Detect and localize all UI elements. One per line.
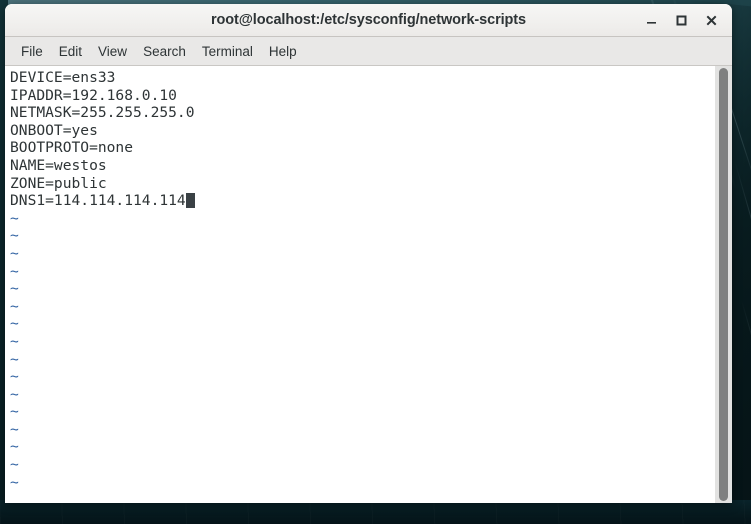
editor-empty-line-marker: ~ <box>10 297 19 315</box>
status-mode: -- INSERT -- <box>10 501 115 503</box>
menu-item-terminal[interactable]: Terminal <box>194 41 261 62</box>
maximize-button[interactable] <box>666 7 696 33</box>
menu-item-file[interactable]: File <box>13 41 51 62</box>
editor-empty-line-marker: ~ <box>10 262 19 280</box>
editor-empty-line-marker: ~ <box>10 332 19 350</box>
wallpaper-bottom-band <box>0 500 751 524</box>
scrollbar-thumb[interactable] <box>719 68 728 501</box>
editor-statusline: -- INSERT -- 8,21 All <box>5 482 715 503</box>
editor-line: IPADDR=192.168.0.10 <box>10 86 177 104</box>
terminal-window: root@localhost:/etc/sysconfig/network-sc… <box>5 4 732 503</box>
editor-empty-line-marker: ~ <box>10 315 19 333</box>
editor-line: DNS1=114.114.114.114 <box>10 192 715 210</box>
editor-empty-line-marker: ~ <box>10 385 19 403</box>
editor-line: NETMASK=255.255.255.0 <box>10 104 195 122</box>
window-titlebar[interactable]: root@localhost:/etc/sysconfig/network-sc… <box>5 4 732 37</box>
window-title: root@localhost:/etc/sysconfig/network-sc… <box>210 12 526 28</box>
menubar: File Edit View Search Terminal Help <box>5 37 732 66</box>
minimize-button[interactable] <box>636 7 666 33</box>
editor-empty-line-marker: ~ <box>10 280 19 298</box>
window-controls <box>636 4 726 36</box>
menu-item-search[interactable]: Search <box>135 41 194 62</box>
editor-line: BOOTPROTO=none <box>10 139 134 157</box>
editor-empty-line-marker: ~ <box>10 350 19 368</box>
menu-item-help[interactable]: Help <box>261 41 305 62</box>
menu-item-view[interactable]: View <box>90 41 135 62</box>
editor-empty-line-marker: ~ <box>10 244 19 262</box>
editor-empty-line-marker: ~ <box>10 456 19 474</box>
editor-line: DEVICE=ens33 <box>10 69 116 86</box>
editor-buffer[interactable]: DEVICE=ens33 IPADDR=192.168.0.10 NETMASK=2… <box>5 66 715 503</box>
editor-empty-line-marker: ~ <box>10 403 19 421</box>
close-button[interactable] <box>696 7 726 33</box>
terminal-area[interactable]: DEVICE=ens33 IPADDR=192.168.0.10 NETMASK=2… <box>5 66 732 503</box>
editor-empty-line-marker: ~ <box>10 227 19 245</box>
editor-line: ZONE=public <box>10 174 107 192</box>
editor-empty-line-marker: ~ <box>10 438 19 456</box>
terminal-scrollbar[interactable] <box>715 66 732 503</box>
editor-empty-line-marker: ~ <box>10 368 19 386</box>
text-cursor <box>185 193 195 209</box>
editor-empty-line-marker: ~ <box>10 209 19 227</box>
editor-line: NAME=westos <box>10 156 107 174</box>
editor-empty-line-marker: ~ <box>10 420 19 438</box>
menu-item-edit[interactable]: Edit <box>51 41 90 62</box>
editor-line: ONBOOT=yes <box>10 121 98 139</box>
